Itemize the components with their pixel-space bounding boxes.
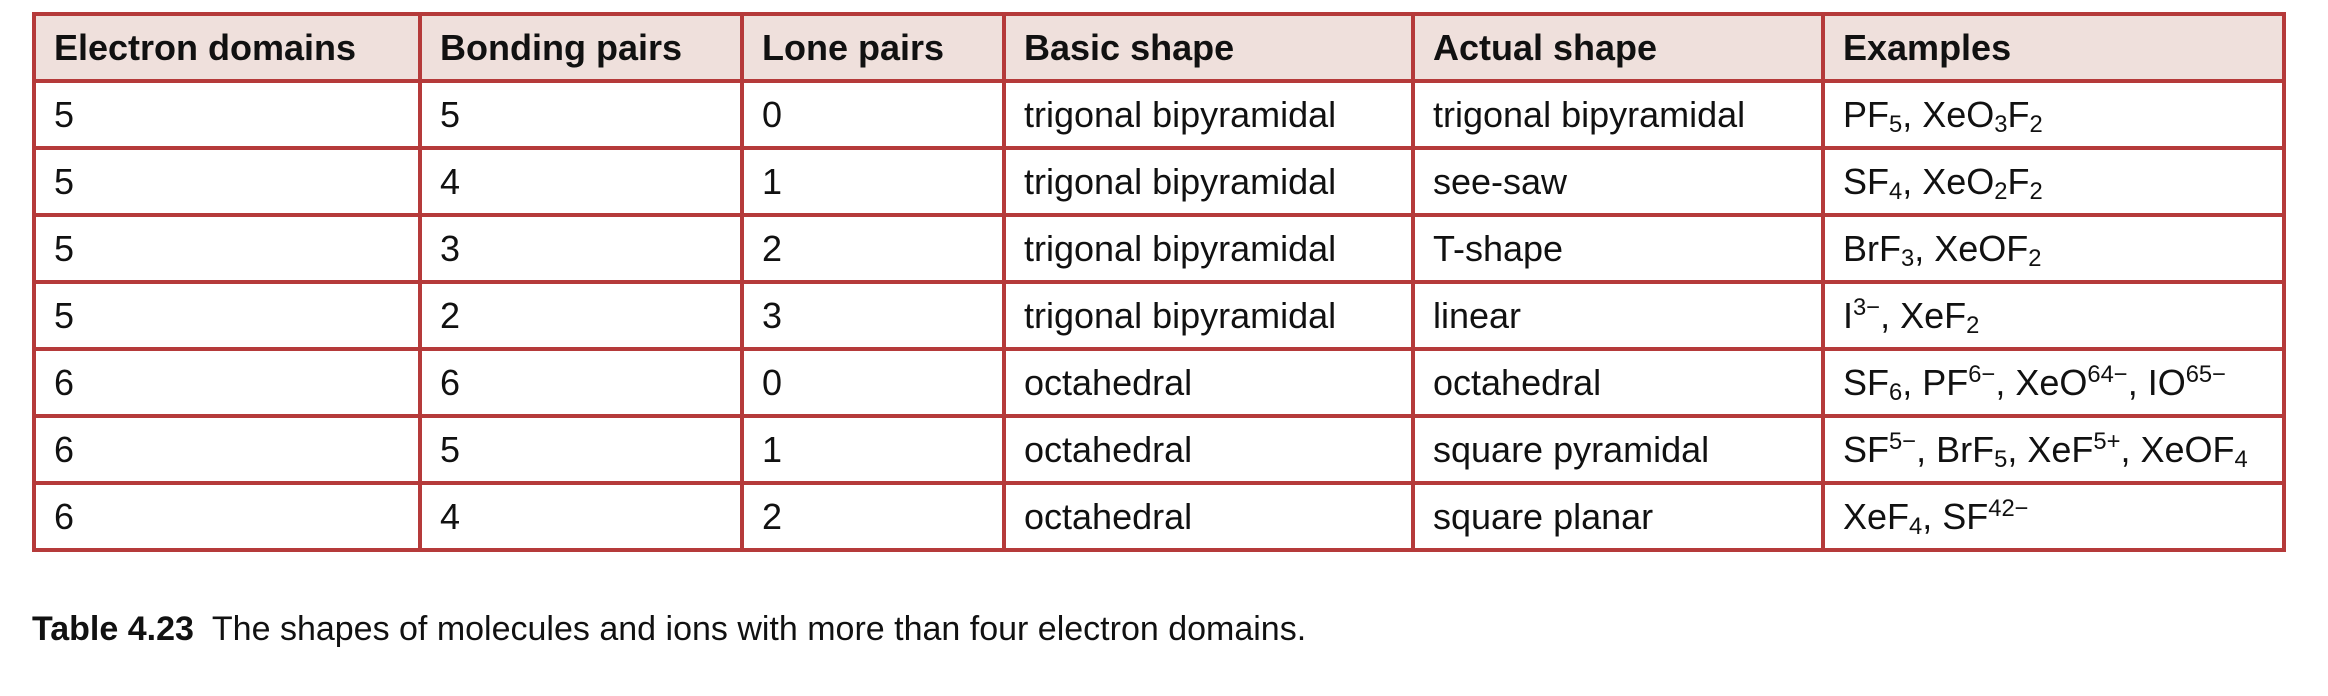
cell-actual-shape: trigonal bipyramidal (1411, 79, 1825, 150)
header-bonding-pairs: Bonding pairs (418, 12, 744, 83)
cell-electron-domains: 5 (32, 280, 422, 351)
cell-actual-shape: square planar (1411, 481, 1825, 552)
cell-actual-shape: octahedral (1411, 347, 1825, 418)
cell-examples: PF5, XeO3F2 (1821, 79, 2286, 150)
header-actual-shape: Actual shape (1411, 12, 1825, 83)
table-row: 5 4 1 trigonal bipyramidal see-saw SF4, … (32, 146, 2286, 217)
table-row: 5 3 2 trigonal bipyramidal T-shape BrF3,… (32, 213, 2286, 284)
cell-examples: SF4, XeO2F2 (1821, 146, 2286, 217)
cell-electron-domains: 5 (32, 79, 422, 150)
cell-basic-shape: trigonal bipyramidal (1002, 280, 1415, 351)
cell-bonding-pairs: 4 (418, 146, 744, 217)
table-caption-number: Table 4.23 (32, 610, 194, 648)
cell-basic-shape: trigonal bipyramidal (1002, 79, 1415, 150)
cell-bonding-pairs: 5 (418, 414, 744, 485)
cell-actual-shape: linear (1411, 280, 1825, 351)
cell-actual-shape: see-saw (1411, 146, 1825, 217)
cell-electron-domains: 6 (32, 414, 422, 485)
cell-basic-shape: trigonal bipyramidal (1002, 146, 1415, 217)
table-caption-text: The shapes of molecules and ions with mo… (211, 610, 1307, 648)
table-row: 5 5 0 trigonal bipyramidal trigonal bipy… (32, 79, 2286, 150)
cell-actual-shape: square pyramidal (1411, 414, 1825, 485)
header-examples: Examples (1821, 12, 2286, 83)
cell-electron-domains: 6 (32, 347, 422, 418)
cell-basic-shape: octahedral (1002, 414, 1415, 485)
cell-basic-shape: trigonal bipyramidal (1002, 213, 1415, 284)
cell-bonding-pairs: 6 (418, 347, 744, 418)
cell-bonding-pairs: 5 (418, 79, 744, 150)
cell-basic-shape: octahedral (1002, 347, 1415, 418)
cell-bonding-pairs: 2 (418, 280, 744, 351)
table-row: 5 2 3 trigonal bipyramidal linear I3−, X… (32, 280, 2286, 351)
cell-examples: SF6, PF6−, XeO64−, IO65− (1821, 347, 2286, 418)
cell-bonding-pairs: 4 (418, 481, 744, 552)
table-header-row: Electron domains Bonding pairs Lone pair… (32, 12, 2286, 83)
cell-lone-pairs: 2 (740, 481, 1006, 552)
cell-bonding-pairs: 3 (418, 213, 744, 284)
cell-examples: XeF4, SF42− (1821, 481, 2286, 552)
table-row: 6 4 2 octahedral square planar XeF4, SF4… (32, 481, 2286, 552)
cell-examples: BrF3, XeOF2 (1821, 213, 2286, 284)
header-basic-shape: Basic shape (1002, 12, 1415, 83)
cell-actual-shape: T-shape (1411, 213, 1825, 284)
shapes-table: Electron domains Bonding pairs Lone pair… (32, 12, 2286, 552)
cell-examples: SF5−, BrF5, XeF5+, XeOF4 (1821, 414, 2286, 485)
cell-lone-pairs: 3 (740, 280, 1006, 351)
cell-basic-shape: octahedral (1002, 481, 1415, 552)
cell-lone-pairs: 0 (740, 347, 1006, 418)
table-row: 6 6 0 octahedral octahedral SF6, PF6−, X… (32, 347, 2286, 418)
header-electron-domains: Electron domains (32, 12, 422, 83)
header-lone-pairs: Lone pairs (740, 12, 1006, 83)
cell-electron-domains: 6 (32, 481, 422, 552)
cell-electron-domains: 5 (32, 146, 422, 217)
cell-lone-pairs: 2 (740, 213, 1006, 284)
table-caption: Table 4.23 The shapes of molecules and io… (32, 610, 1306, 649)
cell-lone-pairs: 1 (740, 414, 1006, 485)
cell-examples: I3−, XeF2 (1821, 280, 2286, 351)
cell-lone-pairs: 0 (740, 79, 1006, 150)
cell-electron-domains: 5 (32, 213, 422, 284)
cell-lone-pairs: 1 (740, 146, 1006, 217)
table-row: 6 5 1 octahedral square pyramidal SF5−, … (32, 414, 2286, 485)
